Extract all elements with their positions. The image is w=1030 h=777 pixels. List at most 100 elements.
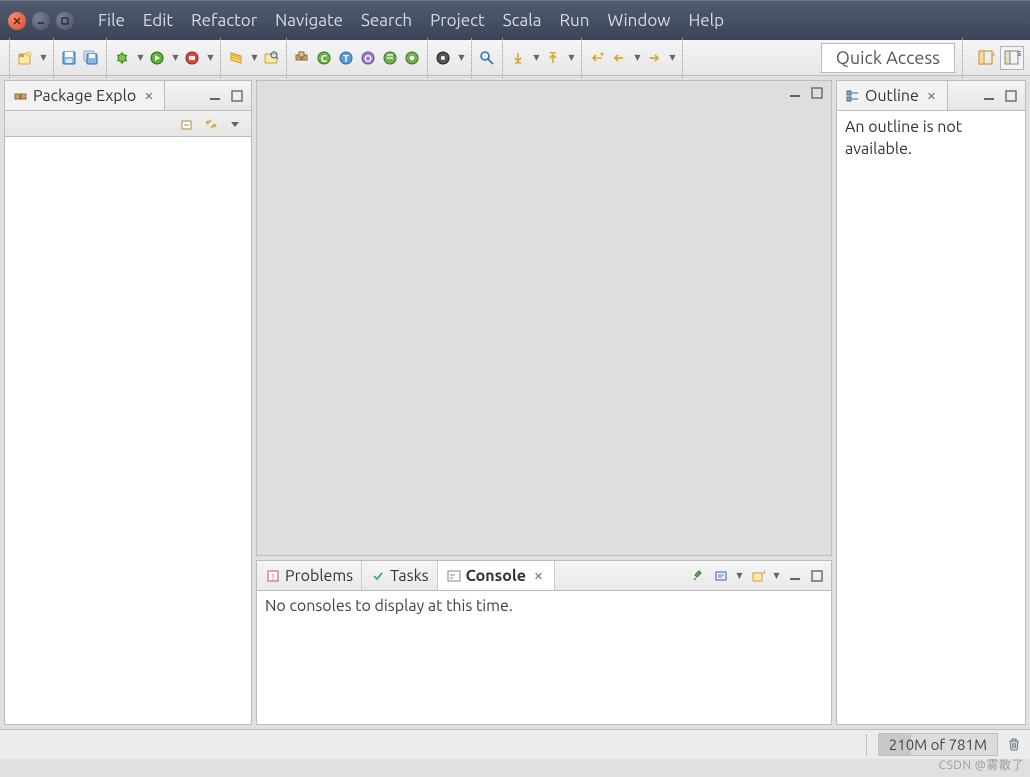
window-maximize-button[interactable] <box>56 12 74 30</box>
new-interpreter-button[interactable] <box>433 48 453 68</box>
menu-navigate[interactable]: Navigate <box>267 7 351 34</box>
menu-edit[interactable]: Edit <box>135 7 181 34</box>
svg-text:!: ! <box>272 572 274 582</box>
run-button[interactable] <box>147 48 167 68</box>
svg-text:+: + <box>762 569 765 577</box>
run-last-tool-dropdown[interactable]: ▼ <box>206 48 215 68</box>
new-package-button[interactable] <box>292 48 312 68</box>
run-last-tool-button[interactable] <box>182 48 202 68</box>
link-with-editor-button[interactable] <box>203 116 219 132</box>
toolbar-separator <box>866 735 867 755</box>
next-annotation-dropdown[interactable]: ▼ <box>532 48 541 68</box>
back-dropdown[interactable]: ▼ <box>633 48 642 68</box>
package-explorer-tab[interactable]: Package Explo ✕ <box>5 81 165 110</box>
save-all-button[interactable] <box>81 48 101 68</box>
window-close-button[interactable] <box>8 12 26 30</box>
console-label: Console <box>466 567 526 585</box>
svg-text:T: T <box>343 53 349 64</box>
editor-area <box>256 80 832 556</box>
debug-dropdown[interactable]: ▼ <box>136 48 145 68</box>
new-scala-element-dropdown[interactable]: ▼ <box>250 48 259 68</box>
next-annotation-button[interactable] <box>508 48 528 68</box>
toolbar-separator <box>286 38 287 78</box>
last-edit-location-button[interactable] <box>587 48 607 68</box>
pin-console-button[interactable] <box>691 568 707 584</box>
menubar: File Edit Refactor Navigate Search Proje… <box>90 7 732 34</box>
garbage-collect-button[interactable] <box>1006 736 1024 754</box>
previous-annotation-dropdown[interactable]: ▼ <box>567 48 576 68</box>
heap-status[interactable]: 210M of 781M <box>878 733 998 756</box>
console-minimize-button[interactable] <box>787 568 803 584</box>
outline-maximize-button[interactable] <box>1003 88 1019 104</box>
menu-file[interactable]: File <box>90 7 133 34</box>
problems-icon: ! <box>265 568 281 584</box>
quick-access-input[interactable]: Quick Access <box>821 43 955 73</box>
display-selected-console-button[interactable] <box>713 568 729 584</box>
menu-window[interactable]: Window <box>599 7 678 34</box>
open-type-button[interactable] <box>261 48 281 68</box>
console-close-icon[interactable]: ✕ <box>534 570 546 582</box>
new-scala-element-button[interactable] <box>226 48 246 68</box>
package-explorer-view: Package Explo ✕ <box>4 80 252 725</box>
new-class-button[interactable]: C <box>314 48 334 68</box>
run-dropdown[interactable]: ▼ <box>171 48 180 68</box>
toolbar-separator <box>682 38 683 78</box>
menu-run[interactable]: Run <box>551 7 597 34</box>
menu-scala[interactable]: Scala <box>495 7 550 34</box>
search-button[interactable] <box>477 48 497 68</box>
editor-maximize-button[interactable] <box>809 85 825 101</box>
new-wizard-button[interactable] <box>15 48 35 68</box>
outline-tab[interactable]: Outline ✕ <box>837 81 948 110</box>
previous-annotation-button[interactable] <box>543 48 563 68</box>
outline-minimize-button[interactable] <box>981 88 997 104</box>
bottom-tabs: ! Problems Tasks Console ✕ ▼ + ▼ <box>257 561 831 591</box>
package-explorer-title: Package Explo <box>33 87 136 105</box>
forward-button[interactable] <box>644 48 664 68</box>
main-toolbar: ▼ ▼ ▼ ▼ ▼ C T O ▼ ▼ ▼ ▼ <box>0 40 1030 76</box>
window-minimize-button[interactable] <box>32 12 50 30</box>
new-scala-class-button[interactable] <box>380 48 400 68</box>
watermark: CSDN @雾散了 <box>939 756 1024 773</box>
console-maximize-button[interactable] <box>809 568 825 584</box>
forward-dropdown[interactable]: ▼ <box>668 48 677 68</box>
outline-header: Outline ✕ <box>837 81 1025 111</box>
problems-tab[interactable]: ! Problems <box>257 561 362 590</box>
maximize-view-button[interactable] <box>229 88 245 104</box>
svg-text:C: C <box>321 53 328 64</box>
open-console-dropdown[interactable]: ▼ <box>772 566 781 586</box>
package-explorer-header: Package Explo ✕ <box>5 81 251 111</box>
titlebar: File Edit Refactor Navigate Search Proje… <box>0 0 1030 40</box>
console-tab[interactable]: Console ✕ <box>438 561 555 590</box>
new-interpreter-dropdown[interactable]: ▼ <box>457 48 466 68</box>
outline-close-icon[interactable]: ✕ <box>927 90 939 102</box>
editor-minimize-button[interactable] <box>787 85 803 101</box>
minimize-view-button[interactable] <box>207 88 223 104</box>
toolbar-separator <box>581 38 582 78</box>
save-button[interactable] <box>59 48 79 68</box>
tasks-tab[interactable]: Tasks <box>362 561 437 590</box>
menu-search[interactable]: Search <box>353 7 420 34</box>
new-object-button[interactable]: O <box>358 48 378 68</box>
bottom-views: ! Problems Tasks Console ✕ ▼ + ▼ <box>256 560 832 725</box>
menu-refactor[interactable]: Refactor <box>183 7 265 34</box>
collapse-all-button[interactable] <box>179 116 195 132</box>
display-selected-console-dropdown[interactable]: ▼ <box>735 566 744 586</box>
open-perspective-button[interactable]: + <box>976 48 996 68</box>
toolbar-separator <box>220 38 221 78</box>
view-menu-button[interactable] <box>227 116 243 132</box>
outline-body: An outline is not available. <box>837 111 1025 166</box>
open-console-button[interactable]: + <box>750 568 766 584</box>
back-button[interactable] <box>609 48 629 68</box>
menu-project[interactable]: Project <box>422 7 493 34</box>
package-explorer-close-icon[interactable]: ✕ <box>144 90 156 102</box>
new-trait-button[interactable]: T <box>336 48 356 68</box>
outline-view: Outline ✕ An outline is not available. <box>836 80 1026 725</box>
new-scala-object-button[interactable] <box>402 48 422 68</box>
debug-button[interactable] <box>112 48 132 68</box>
toolbar-separator <box>502 38 503 78</box>
menu-help[interactable]: Help <box>680 7 732 34</box>
package-explorer-toolbar <box>5 111 251 137</box>
scala-perspective-button[interactable]: S <box>1000 46 1024 70</box>
new-wizard-dropdown[interactable]: ▼ <box>39 48 48 68</box>
package-explorer-body <box>5 137 251 724</box>
